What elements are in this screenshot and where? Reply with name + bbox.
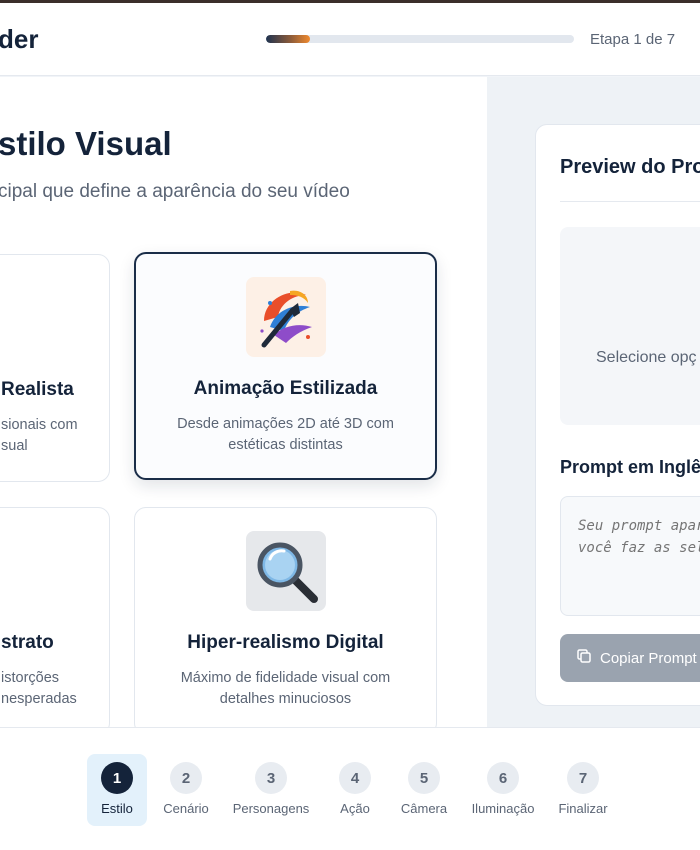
step-number: 1 (101, 762, 133, 794)
step-number: 2 (170, 762, 202, 794)
step-acao[interactable]: 4 Ação (335, 754, 375, 826)
app-header: der Etapa 1 de 7 (0, 3, 700, 76)
step-cenario[interactable]: 2 Cenário (162, 754, 210, 826)
copy-prompt-label: Copiar Prompt (600, 649, 697, 667)
brand-logo[interactable]: der (0, 24, 38, 55)
step-label: Ação (340, 801, 370, 816)
copy-prompt-button[interactable]: Copiar Prompt (560, 634, 700, 682)
preview-panel: Preview do Pro Selecione opç Prompt em I… (535, 124, 700, 706)
page-subtitle: cipal que define a aparência do seu víde… (0, 181, 350, 202)
step-personagens[interactable]: 3 Personagens (231, 754, 311, 826)
divider (560, 201, 700, 202)
prompt-output[interactable] (560, 496, 700, 616)
step-label: Finalizar (558, 801, 608, 816)
progress-bar (266, 35, 574, 43)
copy-icon (576, 648, 592, 668)
step-camera[interactable]: 5 Câmera (400, 754, 448, 826)
style-card-hiper-realismo-digital[interactable]: Hiper-realismo Digital Máximo de fidelid… (134, 507, 437, 727)
step-number: 7 (567, 762, 599, 794)
prompt-label: Prompt em Inglê (560, 457, 700, 477)
progress-fill (266, 35, 311, 43)
card-title: Hiper-realismo Digital (187, 632, 384, 653)
step-label: Personagens (232, 801, 310, 816)
preview-sidebar: Preview do Pro Selecione opç Prompt em I… (487, 77, 700, 727)
step-label: Câmera (400, 801, 448, 816)
magnifying-glass-icon (245, 531, 326, 611)
step-number: 4 (339, 762, 371, 794)
step-estilo[interactable]: 1 Estilo (87, 754, 147, 826)
step-finalizar[interactable]: 7 Finalizar (556, 754, 610, 826)
step-iluminacao[interactable]: 6 Iluminação (469, 754, 537, 826)
step-indicator: Etapa 1 de 7 (590, 31, 676, 48)
preview-title: Preview do Pro (560, 156, 700, 178)
page-title: stilo Visual (0, 125, 172, 162)
style-card-abstrato[interactable]: strato istorções nesperadas (0, 507, 110, 727)
step-label: Cenário (163, 801, 209, 816)
step-number: 3 (255, 762, 287, 794)
step-number: 5 (408, 762, 440, 794)
paintbrush-swirl-icon (245, 277, 326, 357)
style-selection-panel: stilo Visual cipal que define a aparênci… (0, 77, 487, 727)
card-title: Animação Estilizada (193, 378, 378, 399)
step-label: Iluminação (471, 801, 535, 816)
style-card-realista[interactable]: Realista sionais com sual (0, 254, 110, 482)
step-label: Estilo (101, 801, 133, 816)
preview-hint: Selecione opç (596, 349, 697, 366)
card-description: Máximo de fidelidade visual com detalhes… (180, 670, 391, 707)
step-number: 6 (487, 762, 519, 794)
style-card-animacao-estilizada[interactable]: Animação Estilizada Desde animações 2D a… (134, 252, 437, 480)
preview-area: Selecione opç (560, 227, 700, 425)
card-description: Desde animações 2D até 3D com estéticas … (177, 416, 394, 453)
step-navigation: 1 Estilo 2 Cenário 3 Personagens 4 Ação … (0, 727, 700, 850)
